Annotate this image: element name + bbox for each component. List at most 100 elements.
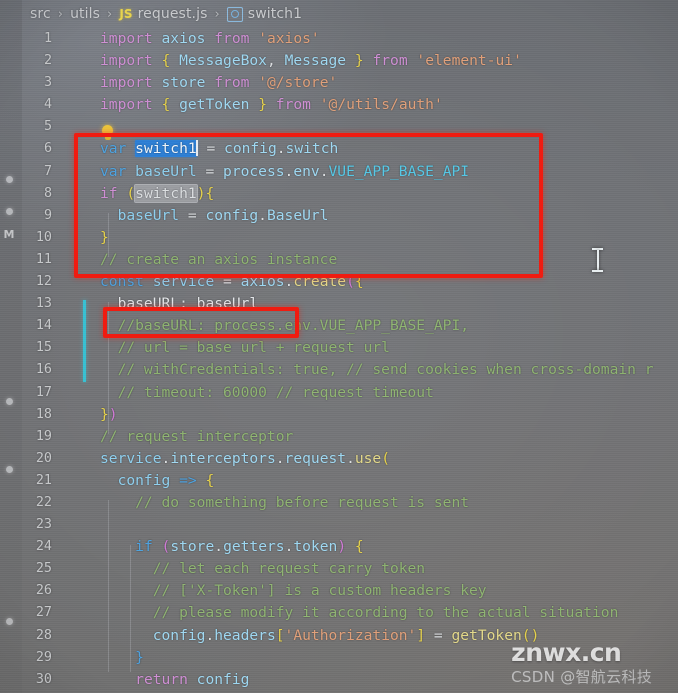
code-line[interactable]: 14 //baseURL: process.env.VUE_APP_BASE_A… [0,315,678,337]
code-token: service [152,273,215,291]
code-line-content[interactable]: import store from '@/store' [100,72,678,94]
code-line-content[interactable]: config => { [100,470,678,492]
code-token: process [223,162,285,180]
code-line-content[interactable]: var baseUrl = process.env.VUE_APP_BASE_A… [100,161,678,183]
code-line-content[interactable]: import { MessageBox, Message } from 'ele… [100,50,678,72]
code-line[interactable]: 2 import { MessageBox, Message } from 'el… [0,50,678,72]
code-token: interceptors [170,449,276,467]
code-line[interactable]: 13 baseURL: baseUrl [0,293,678,315]
quick-fix-lightbulb-icon[interactable] [101,125,114,142]
line-number: 21 [35,472,52,488]
code-token: // timeout: 60000 // request timeout [100,383,434,401]
code-line-content[interactable]: // request interceptor [100,426,678,448]
line-number: 22 [35,494,52,510]
code-line-content[interactable]: return config [100,669,678,691]
code-line-content[interactable]: // url = base url + request url [100,337,678,359]
code-line-content[interactable]: // timeout: 60000 // request timeout [100,382,678,404]
code-line[interactable]: 7 var baseUrl = process.env.VUE_APP_BASE_… [0,161,678,183]
code-token: use [354,449,382,467]
code-line[interactable]: 23 [0,514,678,536]
breadcrumb-item-symbol[interactable]: switch1 [248,6,302,22]
code-line[interactable]: 3 import store from '@/store' [0,72,678,94]
code-line-content[interactable]: // let each request carry token [100,558,678,580]
code-token: { [354,538,364,556]
code-line-content[interactable]: if (store.getters.token) { [100,536,678,558]
code-line-content[interactable]: } [100,647,678,669]
code-line[interactable]: 21 config => { [0,470,678,492]
code-line-content[interactable]: baseUrl = config.BaseUrl [100,205,678,227]
code-line[interactable]: 22 // do something before request is sen… [0,492,678,514]
code-line-content[interactable]: if (switch1){ [100,183,678,205]
code-line-content[interactable]: // withCredentials: true, // send cookie… [100,359,678,381]
code-line[interactable]: 28 config.headers['Authorization'] = get… [0,625,678,647]
code-line[interactable]: 4 import { getToken } from '@/utils/auth' [0,94,678,116]
code-line[interactable]: 12 const service = axios.create({ [0,271,678,293]
breadcrumb-item-utils[interactable]: utils [70,6,100,22]
breadcrumb-item-src[interactable]: src [30,6,51,22]
code-token: . [275,449,285,467]
code-line[interactable]: 19 // request interceptor [0,426,678,448]
code-line-content[interactable]: //baseURL: process.env.VUE_APP_BASE_API, [100,315,678,337]
code-line-content[interactable]: service.interceptors.request.use( [100,448,678,470]
code-line[interactable]: 16 // withCredentials: true, // send coo… [0,359,678,381]
code-line[interactable]: 18}) [0,404,678,426]
code-token: 'element-ui' [416,52,522,70]
code-token: baseUrl [117,206,180,224]
code-token: { [161,96,171,114]
code-line-content[interactable]: const service = axios.create({ [100,271,678,293]
code-line-content[interactable]: // ['X-Token'] is a custom headers key [100,580,678,602]
code-line[interactable]: 26 // ['X-Token'] is a custom headers ke… [0,580,678,602]
code-line-content[interactable]: config.headers['Authorization'] = getTok… [100,625,678,647]
code-token: { [205,471,215,489]
code-token: config [152,626,206,644]
line-number: 7 [43,163,52,179]
line-number: 28 [35,627,52,643]
code-line-content[interactable]: } [100,227,678,249]
code-line[interactable]: 17 // timeout: 60000 // request timeout [0,382,678,404]
code-token: ) [108,405,118,423]
code-line[interactable]: 8 if (switch1){ [0,183,678,205]
code-line-content[interactable]: import axios from 'axios' [100,28,678,50]
code-line[interactable]: 11 // create an axios instance [0,249,678,271]
code-token: return [135,670,188,688]
code-line[interactable]: 15 // url = base url + request url [0,337,678,359]
line-number: 30 [35,671,52,687]
code-line[interactable]: 20 service.interceptors.request.use( [0,448,678,470]
line-number: 11 [35,251,52,267]
code-token: ( [126,184,136,202]
code-token: config [205,206,259,224]
code-line-content[interactable]: // please modify it according to the act… [100,602,678,624]
code-line[interactable]: 10} [0,227,678,249]
code-line[interactable]: 27 // please modify it according to the … [0,602,678,624]
breadcrumb[interactable]: src › utils › JS request.js › switch1 [0,0,678,28]
code-line-content[interactable]: var switch1 = config.switch [100,138,678,160]
code-line[interactable]: 30 return config [0,669,678,691]
line-number: 14 [35,318,52,334]
line-number: 2 [43,53,52,69]
code-line[interactable]: 29 } [0,647,678,669]
screenshot-root: M src › utils › JS request.js › switch1 … [0,0,697,693]
code-line-content[interactable]: import { getToken } from '@/utils/auth' [100,94,678,116]
code-line[interactable]: 9 baseUrl = config.BaseUrl [0,205,678,227]
code-token: } [100,405,109,423]
code-line[interactable]: 24 if (store.getters.token) { [0,536,678,558]
code-token: // please modify it according to the act… [100,604,619,622]
code-line-content[interactable]: }) [100,404,678,426]
code-token: store [161,74,206,92]
code-token: from [372,52,408,70]
line-number: 5 [43,119,52,135]
breadcrumb-item-file[interactable]: request.js [138,6,208,22]
line-number: 3 [43,75,52,91]
code-line[interactable]: 1 import axios from 'axios' [0,28,678,50]
code-line-content[interactable]: // do something before request is sent [100,492,678,514]
code-line[interactable]: 25 // let each request carry token [0,558,678,580]
line-number: 4 [43,97,52,113]
code-line-content[interactable]: baseURL: baseUrl [100,293,678,315]
photo-white-edge [678,0,697,693]
